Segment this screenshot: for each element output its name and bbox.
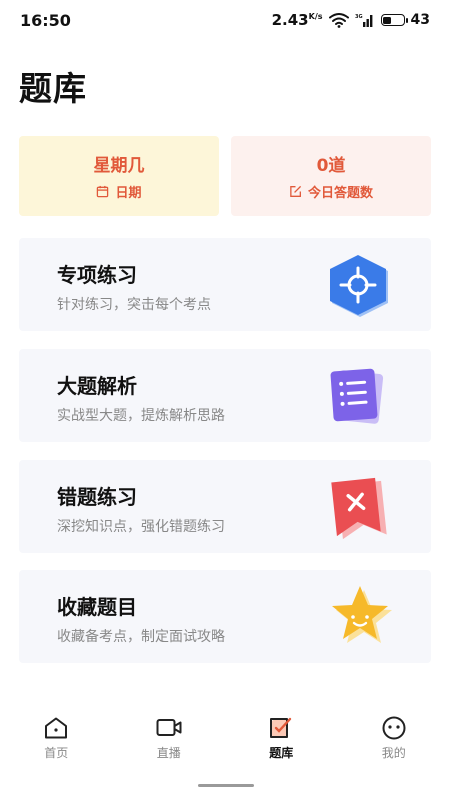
card-title: 专项练习: [57, 263, 137, 287]
tab-mine[interactable]: 我的: [338, 716, 450, 772]
today-answers-card[interactable]: 0道 今日答题数: [231, 136, 431, 216]
today-answers-label: 今日答题数: [307, 186, 373, 201]
tab-home[interactable]: 首页: [0, 716, 113, 772]
card-desc: 实战型大题，提炼解析思路: [57, 408, 225, 424]
tab-label: 我的: [381, 746, 406, 760]
video-camera-icon: [156, 719, 182, 736]
date-label: 日期: [115, 186, 142, 201]
signal-label: 3G: [355, 14, 363, 20]
card-title: 收藏题目: [57, 595, 137, 619]
today-answers-value: 0道: [316, 156, 346, 176]
tab-label: 首页: [44, 746, 69, 760]
card-desc: 针对练习，突击每个考点: [57, 297, 211, 313]
date-label-row: 日期: [96, 182, 142, 201]
profile-face-icon: [382, 716, 406, 740]
card-title: 错题练习: [57, 485, 137, 509]
network-speed-value: 2.43: [271, 11, 309, 29]
card-special-practice[interactable]: 专项练习 针对练习，突击每个考点: [19, 238, 431, 331]
tab-label: 题库: [269, 746, 294, 760]
card-desc: 深挖知识点，强化错题练习: [57, 519, 225, 535]
date-card[interactable]: 星期几 日期: [19, 136, 219, 216]
question-bank-icon: [270, 717, 292, 738]
date-value: 星期几: [93, 156, 145, 176]
edit-icon: [290, 185, 302, 197]
bottom-tab-bar: 首页 直播 题库 我的: [0, 716, 450, 772]
status-indicators: 2.43K/s 3G 43: [272, 11, 430, 29]
card-question-analysis[interactable]: 大题解析 实战型大题，提炼解析思路: [19, 349, 431, 442]
status-time: 16:50: [20, 10, 71, 30]
target-hexagon-icon: [330, 255, 388, 317]
battery-percent: 43: [410, 12, 430, 28]
page-title: 题库: [19, 69, 87, 108]
network-speed-unit: K/s: [308, 12, 323, 21]
card-favorites[interactable]: 收藏题目 收藏备考点，制定面试攻略: [19, 570, 431, 663]
card-title: 大题解析: [57, 374, 137, 398]
tab-label: 直播: [156, 746, 181, 760]
calendar-icon: [97, 185, 109, 198]
list-document-icon: [330, 368, 384, 424]
card-wrong-practice[interactable]: 错题练习 深挖知识点，强化错题练习: [19, 460, 431, 553]
wifi-icon: [328, 13, 349, 28]
star-smile-icon: [332, 586, 392, 643]
tab-live[interactable]: 直播: [113, 716, 226, 772]
card-desc: 收藏备考点，制定面试攻略: [57, 629, 225, 645]
home-icon: [45, 717, 68, 739]
error-bookmark-icon: [331, 477, 387, 540]
network-speed: 2.43K/s: [272, 11, 323, 29]
tab-question-bank[interactable]: 题库: [225, 716, 338, 772]
cell-signal-icon: 3G: [355, 14, 372, 27]
battery-icon: [380, 14, 408, 26]
home-indicator[interactable]: [198, 784, 254, 787]
status-bar: 16:50 2.43K/s 3G 43: [0, 0, 450, 40]
battery-level: [383, 16, 392, 24]
today-answers-label-row: 今日答题数: [289, 182, 373, 201]
